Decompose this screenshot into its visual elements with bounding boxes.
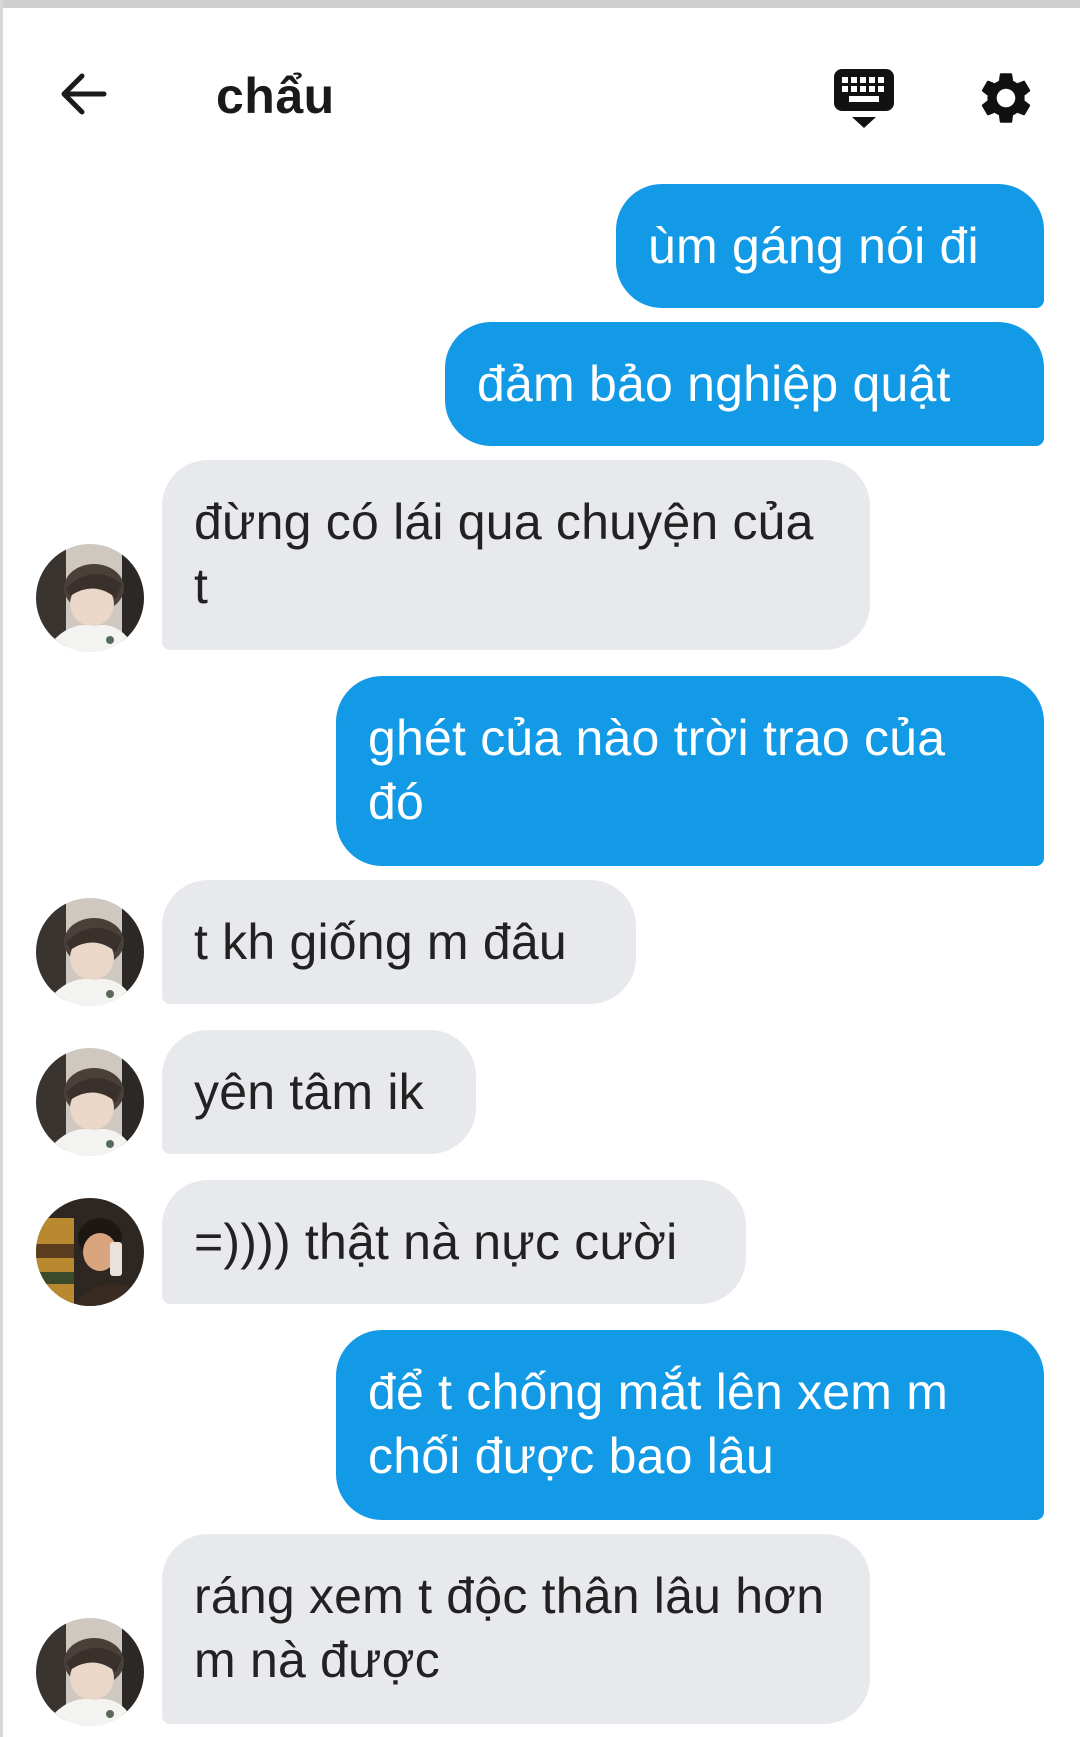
message-text: ùm gáng nói đi (648, 218, 979, 274)
incoming-message[interactable]: ráng xem t độc thân lâu hơn m nà được (162, 1534, 870, 1724)
avatar-photo (36, 898, 144, 1006)
incoming-message[interactable]: t kh giống m đâu (162, 880, 636, 1004)
chat-header: chẩu (0, 8, 1080, 178)
settings-button[interactable] (968, 60, 1044, 136)
message-text: ghét của nào trời trao của đó (368, 710, 946, 830)
avatar[interactable] (36, 898, 144, 1006)
message-text: để t chống mắt lên xem m chối được bao l… (368, 1364, 949, 1484)
outgoing-message[interactable]: ùm gáng nói đi (616, 184, 1044, 308)
avatar-photo (36, 1048, 144, 1156)
avatar[interactable] (36, 544, 144, 652)
message-text: ráng xem t độc thân lâu hơn m nà được (194, 1568, 825, 1688)
message-text: đừng có lái qua chuyện của t (194, 494, 814, 614)
incoming-message[interactable]: yên tâm ik (162, 1030, 476, 1154)
gear-icon (981, 73, 1031, 123)
avatar-photo (36, 1198, 144, 1306)
outgoing-message[interactable]: ghét của nào trời trao của đó (336, 676, 1044, 866)
avatar[interactable] (36, 1198, 144, 1306)
message-text: đảm bảo nghiệp quật (477, 356, 951, 412)
keyboard-button[interactable] (826, 60, 902, 136)
avatar-photo (36, 1618, 144, 1726)
incoming-message[interactable]: =)))) thật nà nực cười (162, 1180, 746, 1304)
incoming-message[interactable]: đừng có lái qua chuyện của t (162, 460, 870, 650)
message-text: yên tâm ik (194, 1064, 424, 1120)
arrow-left-icon (61, 73, 107, 115)
keyboard-icon (834, 69, 894, 128)
avatar-photo (36, 544, 144, 652)
avatar[interactable] (36, 1618, 144, 1726)
chat-title: chẩu (216, 68, 335, 124)
message-text: =)))) thật nà nực cười (194, 1214, 678, 1270)
outgoing-message[interactable]: đảm bảo nghiệp quật (445, 322, 1044, 446)
left-edge (0, 0, 3, 1737)
avatar[interactable] (36, 1048, 144, 1156)
back-button[interactable] (48, 58, 120, 130)
top-strip (0, 0, 1080, 8)
outgoing-message[interactable]: để t chống mắt lên xem m chối được bao l… (336, 1330, 1044, 1520)
message-text: t kh giống m đâu (194, 914, 567, 970)
